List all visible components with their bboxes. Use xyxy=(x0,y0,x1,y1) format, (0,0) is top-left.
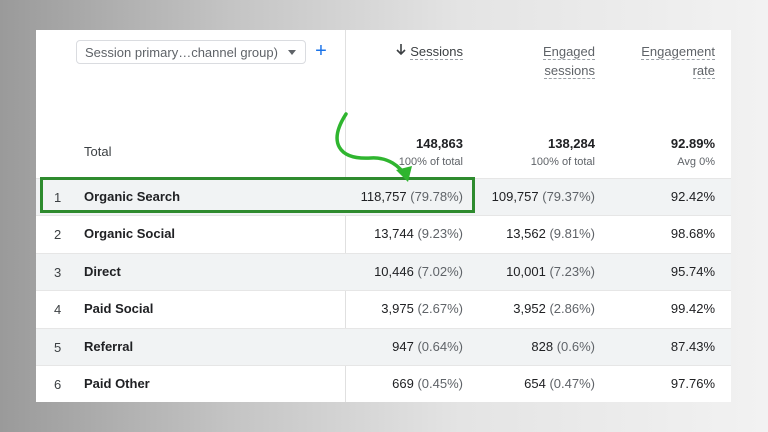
annotation-arrow-icon xyxy=(335,112,412,182)
report-table: Session primary…channel group) + Session… xyxy=(36,30,731,402)
